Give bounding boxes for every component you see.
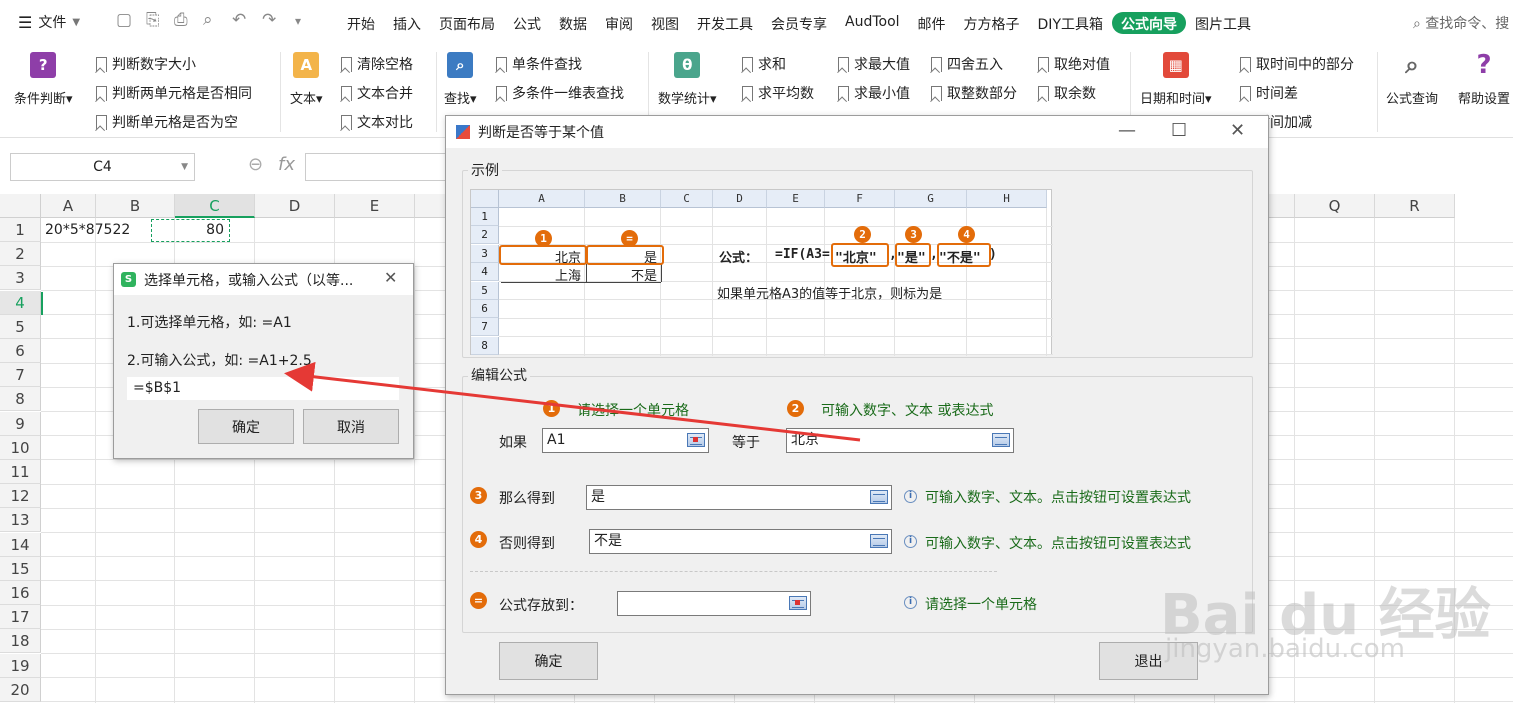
watermark-url: jingyan.baidu.com bbox=[1165, 634, 1405, 664]
arrow-line bbox=[284, 361, 861, 442]
